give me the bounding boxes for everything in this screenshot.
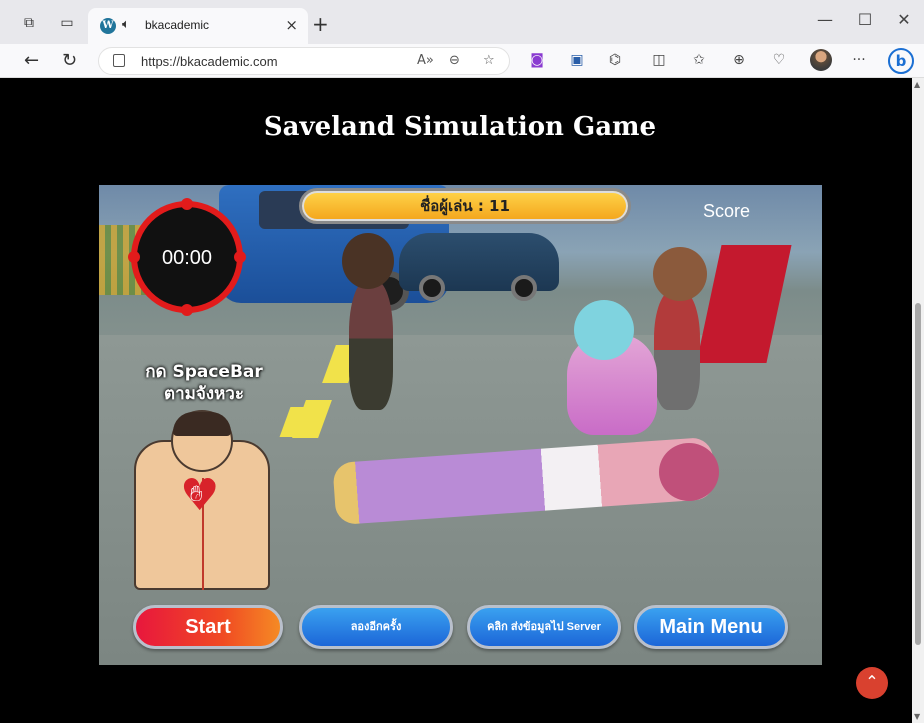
extension-icon[interactable]: ◙ — [528, 52, 546, 68]
refresh-icon[interactable]: ↻ — [62, 50, 77, 71]
collections-icon[interactable]: ⊕ — [730, 52, 748, 68]
scroll-to-top-button[interactable]: ⌃ — [856, 667, 888, 699]
scroll-down-icon[interactable]: ▼ — [914, 712, 920, 721]
favorite-star-icon[interactable]: ☆ — [483, 53, 495, 68]
character-boy-standing — [349, 280, 393, 410]
address-bar[interactable]: https://bkacademic.com A» ⊖ ☆ — [98, 47, 510, 75]
wordpress-icon: W — [100, 18, 116, 34]
main-menu-button[interactable]: Main Menu — [634, 605, 788, 649]
cpr-instruction-line1: กด SpaceBar — [145, 362, 263, 382]
scroll-up-icon[interactable]: ▲ — [914, 80, 920, 89]
cpr-instruction-line2: ตามจังหวะ — [164, 384, 244, 404]
send-to-server-button[interactable]: คลิก ส่งข้อมูลไป Server — [467, 605, 621, 649]
cpr-hair — [173, 412, 231, 436]
favorites-icon[interactable]: ✩ — [690, 52, 708, 68]
profile-avatar[interactable] — [810, 49, 832, 71]
timer-notch — [181, 304, 193, 316]
minimize-button[interactable]: — — [815, 10, 835, 29]
character-patient-helmet — [659, 443, 719, 501]
character-helper-hair — [574, 300, 634, 360]
tab-actions-icon[interactable]: ▭ — [58, 14, 76, 32]
tab-title: bkacademic — [145, 18, 210, 32]
player-name-bar: ชื่อผู้เล่น : 11 — [299, 188, 631, 224]
timer-ring: 00:00 — [128, 198, 246, 316]
tab-bkacademic[interactable]: W 🔈︎ bkacademic × — [88, 8, 308, 44]
lock-icon[interactable] — [113, 54, 125, 67]
character-boy-head — [342, 233, 394, 289]
maximize-button[interactable]: ☐ — [855, 10, 875, 29]
speaker-icon[interactable]: 🔈︎ — [122, 17, 130, 32]
score-label: Score — [703, 201, 751, 221]
sedan-wheel — [419, 275, 445, 301]
page-scrollbar[interactable]: ▲ ▼ — [912, 78, 924, 723]
tab-close-button[interactable]: × — [285, 16, 298, 34]
back-icon[interactable]: ← — [24, 50, 39, 71]
browser-toolbar: ← ↻ https://bkacademic.com A» ⊖ ☆ ◙ ▣ ⌬ … — [0, 44, 924, 78]
scroll-thumb[interactable] — [915, 303, 921, 645]
new-tab-button[interactable]: + — [312, 12, 329, 36]
workspaces-icon[interactable]: ⧉ — [20, 14, 38, 32]
split-screen-icon[interactable]: ◫ — [650, 52, 668, 68]
zoom-icon[interactable]: ⊖ — [449, 53, 460, 68]
url-text: https://bkacademic.com — [141, 54, 278, 69]
more-menu-icon[interactable]: ··· — [850, 52, 868, 68]
extensions-puzzle-icon[interactable]: ⌬ — [606, 52, 624, 68]
tab-strip: ⧉ ▭ W 🔈︎ bkacademic × + — ☐ ✕ — [0, 0, 924, 44]
reader-icon[interactable]: ▣ — [568, 52, 586, 68]
timer-text: 00:00 — [161, 247, 213, 269]
read-aloud-icon[interactable]: A» — [417, 53, 434, 68]
window-close-button[interactable]: ✕ — [894, 10, 914, 29]
sedan-wheel — [511, 275, 537, 301]
start-button[interactable]: Start — [133, 605, 283, 649]
cpr-hands-icon: ✋︎ — [190, 482, 203, 507]
character-girl-standing — [654, 290, 700, 410]
scene-sedan — [399, 233, 559, 301]
retry-button[interactable]: ลองอีกครั้ง — [299, 605, 453, 649]
cpr-instruction: กด SpaceBar ตามจังหวะ — [129, 361, 279, 405]
cpr-head-illustration — [171, 410, 233, 472]
page-title: Saveland Simulation Game — [263, 112, 657, 142]
timer-notch — [181, 198, 193, 210]
game-canvas[interactable]: ชื่อผู้เล่น : 11 Score 00:00 กด SpaceBar… — [99, 185, 822, 665]
bing-copilot-icon[interactable]: b — [888, 48, 914, 74]
character-girl-head — [653, 247, 707, 301]
performance-heart-icon[interactable]: ♡ — [770, 52, 788, 68]
browser-window: ⧉ ▭ W 🔈︎ bkacademic × + — ☐ ✕ ← ↻ https:… — [0, 0, 924, 723]
